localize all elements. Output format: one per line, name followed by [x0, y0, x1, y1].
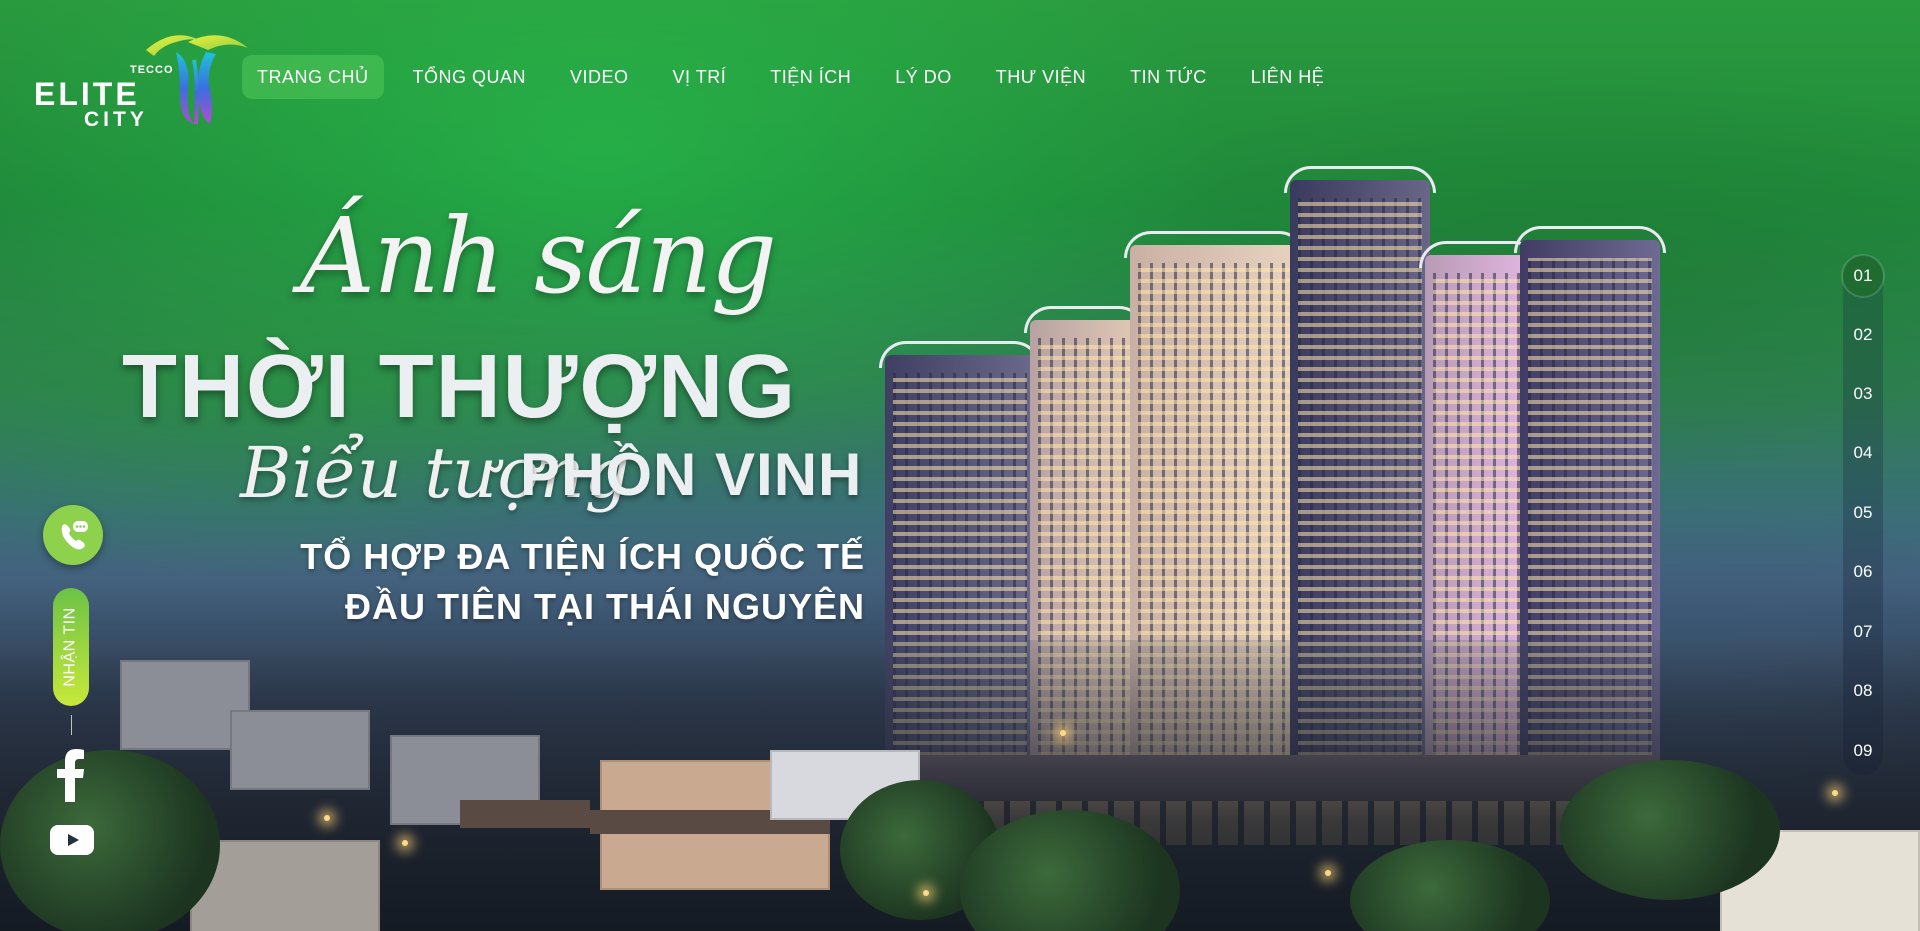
social-divider [71, 715, 72, 735]
pager-dot-06[interactable]: 06 [1843, 552, 1883, 592]
nav-item-tin-tuc[interactable]: TIN TỨC [1115, 55, 1222, 99]
facebook-icon[interactable] [55, 748, 87, 802]
logo-mark-icon [146, 35, 248, 125]
nav-item-tong-quan[interactable]: TỔNG QUAN [398, 55, 542, 99]
newsletter-button[interactable]: NHẬN TIN [53, 588, 89, 706]
youtube-icon[interactable] [50, 825, 94, 855]
newsletter-label: NHẬN TIN [62, 607, 80, 687]
pager-dot-04[interactable]: 04 [1843, 433, 1883, 473]
pager-dot-05[interactable]: 05 [1843, 493, 1883, 533]
nav-item-trang-chu[interactable]: TRANG CHỦ [242, 55, 384, 99]
nav-item-lien-he[interactable]: LIÊN HỆ [1236, 55, 1340, 99]
logo-city-text: CITY [84, 108, 148, 131]
headline-sub-1: TỔ HỢP ĐA TIỆN ÍCH QUỐC TẾ [300, 536, 865, 577]
nav-item-vi-tri[interactable]: VỊ TRÍ [658, 55, 742, 99]
headline-big-2: PHỒN VINH [520, 441, 863, 508]
pager-dot-03[interactable]: 03 [1843, 374, 1883, 414]
phone-chat-icon [61, 521, 88, 550]
site-logo[interactable]: TECCO ELITE CITY [34, 26, 248, 131]
pager-dot-08[interactable]: 08 [1843, 671, 1883, 711]
phone-chat-button[interactable] [43, 505, 103, 565]
pager-dot-07[interactable]: 07 [1843, 612, 1883, 652]
headline-sub-2: ĐẦU TIÊN TẠI THÁI NGUYÊN [344, 586, 865, 627]
nav-item-video[interactable]: VIDEO [555, 55, 644, 99]
nav-item-thu-vien[interactable]: THƯ VIỆN [981, 55, 1101, 99]
city-foreground [0, 640, 1920, 931]
headline-script-1: Ánh sáng [300, 195, 777, 317]
pager-dot-02[interactable]: 02 [1843, 315, 1883, 355]
pager-dot-01[interactable]: 01 [1843, 256, 1883, 296]
logo-tecco-text: TECCO [130, 64, 174, 76]
nav-item-tien-ich[interactable]: TIỆN ÍCH [755, 55, 866, 99]
headline-big-1: THỜI THƯỢNG [122, 337, 798, 437]
pager-dot-09[interactable]: 09 [1843, 731, 1883, 771]
nav-item-ly-do[interactable]: LÝ DO [880, 55, 967, 99]
main-nav: TRANG CHỦ TỔNG QUAN VIDEO VỊ TRÍ TIỆN ÍC… [242, 55, 1353, 99]
